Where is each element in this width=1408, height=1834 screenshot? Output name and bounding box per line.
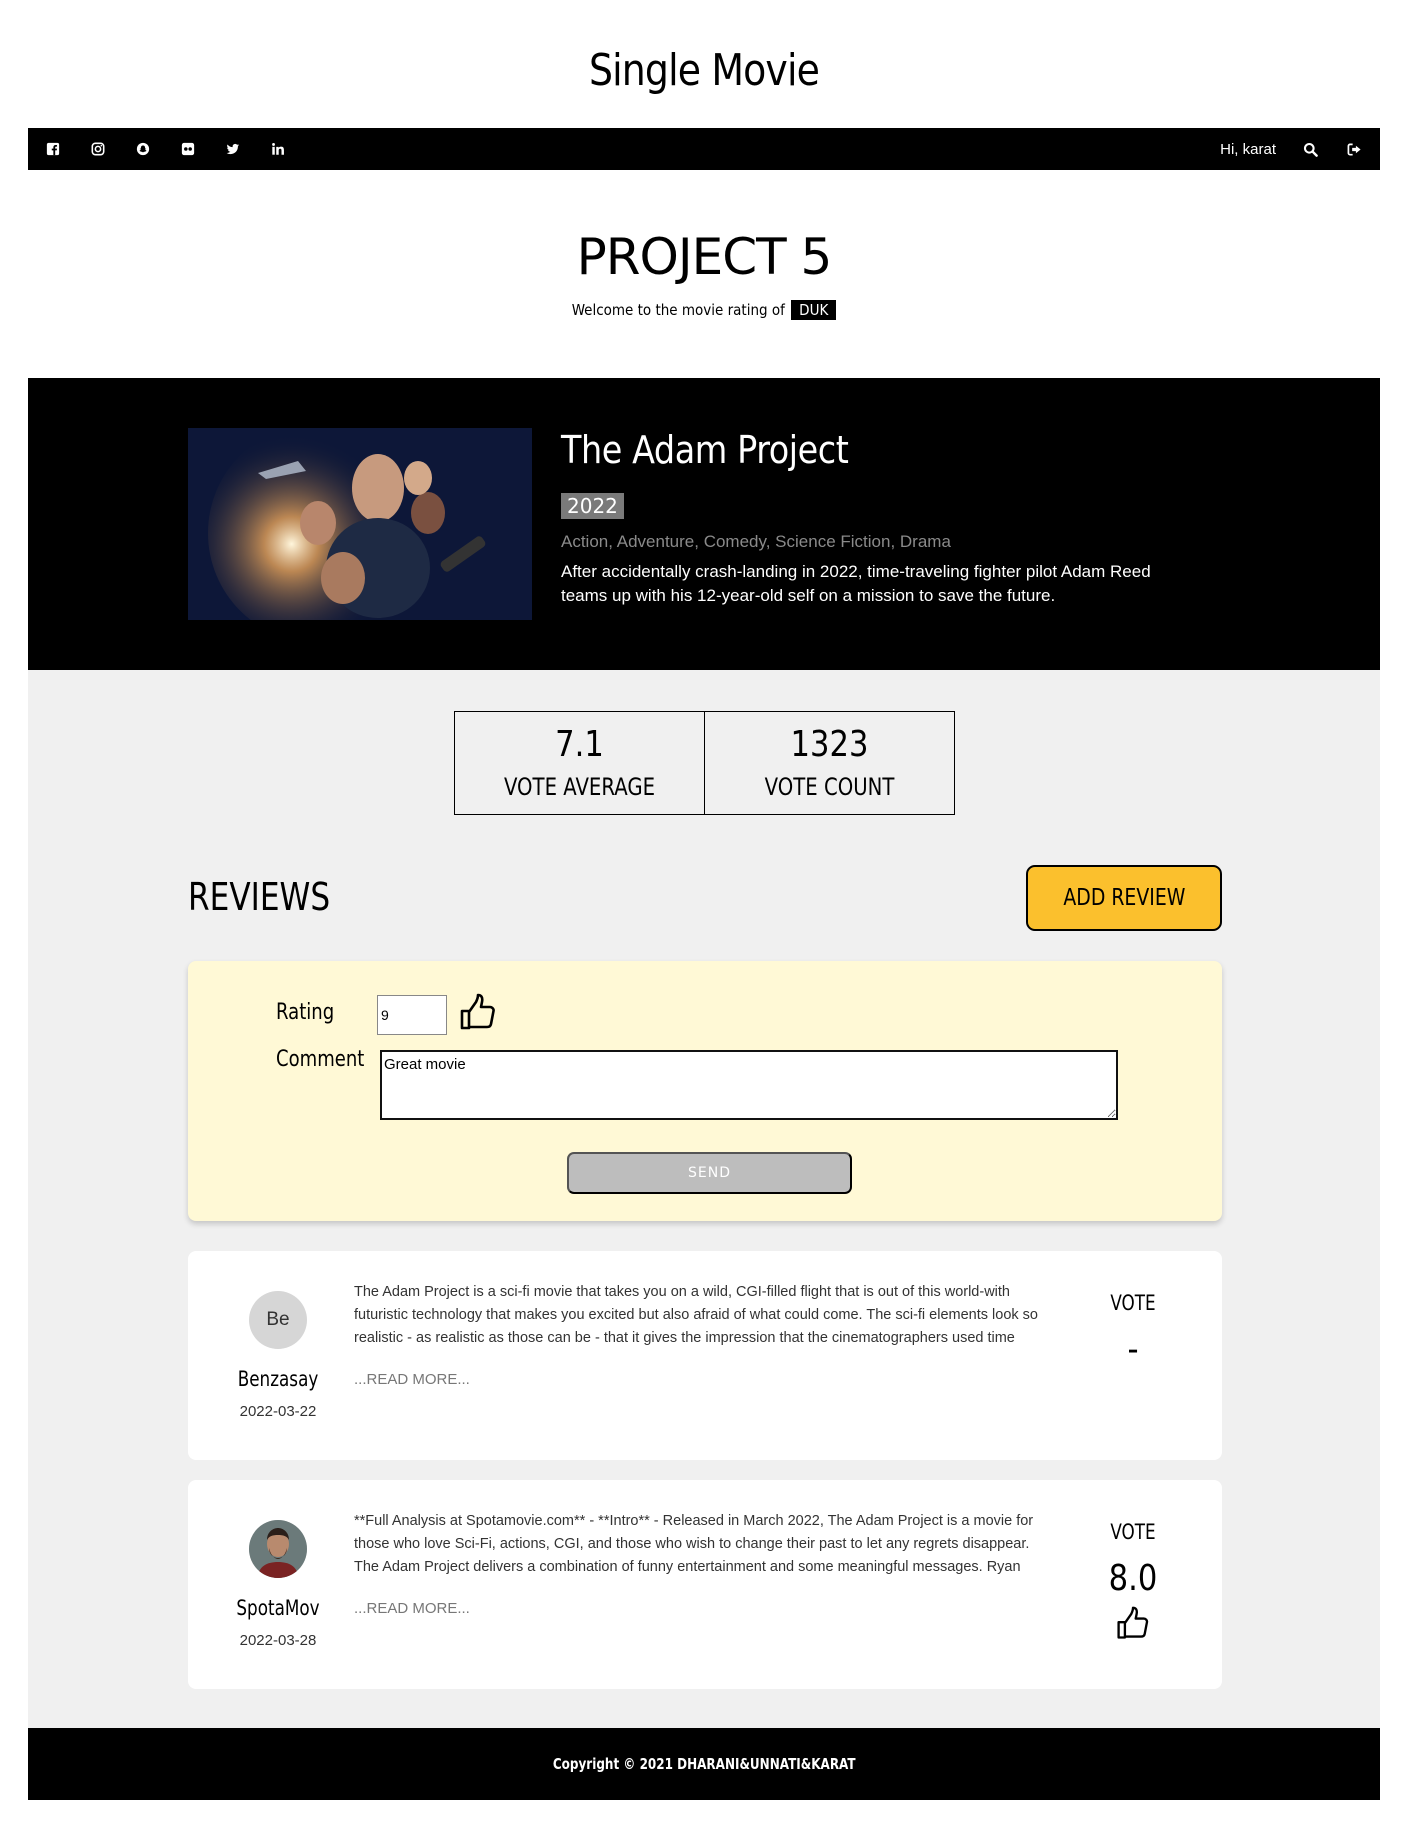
page-heading: Single Movie [588,45,820,96]
user-greeting[interactable]: Hi, karat [1220,141,1276,158]
snapchat-icon[interactable] [132,138,154,160]
instagram-icon[interactable] [87,138,109,160]
rating-input[interactable] [377,995,447,1035]
sign-out-icon[interactable] [1344,139,1364,159]
review-form: Rating Comment Great movie SEND [188,961,1222,1221]
movie-overview: After accidentally crash-landing in 2022… [561,562,1151,605]
avatar [249,1520,307,1578]
app-shell: Hi, karat PROJECT 5 Welcome to the movie… [28,128,1380,1800]
review-vote-label: VOTE [1110,1520,1156,1544]
add-review-button[interactable]: ADD REVIEW [1026,865,1222,931]
review-text: The Adam Project is a sci-fi movie that … [354,1284,1038,1346]
rating-label: Rating [276,1000,335,1025]
search-icon[interactable] [1300,139,1320,159]
send-button[interactable]: SEND [567,1152,852,1194]
thumbs-up-icon[interactable] [458,993,498,1033]
vote-count-value: 1323 [790,724,869,765]
thumbs-up-icon [1117,1606,1149,1639]
review-vote-label: VOTE [1110,1291,1156,1315]
read-more-link[interactable]: ...READ MORE... [354,1600,470,1617]
brand-subtitle-text: Welcome to the movie rating of [571,301,785,319]
review-date: 2022-03-28 [239,1632,317,1649]
movie-details: The Adam Project 2022 Action, Adventure,… [28,378,1380,670]
reviewer-name: SpotaMov [236,1596,320,1620]
movie-genres: Action, Adventure, Comedy, Science Ficti… [561,532,951,551]
movie-title: The Adam Project [561,428,849,472]
reviewer-name: Benzasay [237,1367,319,1391]
brand-title: PROJECT 5 [576,228,833,286]
main-content: 7.1 VOTE AVERAGE 1323 VOTE COUNT REVIEWS… [28,670,1380,1728]
facebook-icon[interactable] [42,138,64,160]
vote-average-value: 7.1 [555,724,604,765]
twitter-icon[interactable] [222,138,244,160]
comment-label: Comment [276,1047,365,1072]
linkedin-icon[interactable] [267,138,289,160]
review-vote-value: - [1127,1329,1139,1370]
review-card: Be Benzasay 2022-03-22 The Adam Project … [188,1251,1222,1460]
review-text: **Full Analysis at Spotamovie.com** - **… [354,1513,1034,1575]
user-area: Hi, karat [1220,139,1364,159]
copyright-text: Copyright © 2021 DHARANI&UNNATI&KARAT [552,1755,856,1773]
comment-textarea[interactable]: Great movie [380,1050,1118,1120]
avatar: Be [249,1291,307,1349]
movie-poster [188,428,532,620]
vote-average-box: 7.1 VOTE AVERAGE [454,711,705,815]
reviews-heading: REVIEWS [188,875,331,919]
read-more-link[interactable]: ...READ MORE... [354,1371,470,1388]
vote-count-label: VOTE COUNT [764,773,895,801]
review-card: SpotaMov 2022-03-28 **Full Analysis at S… [188,1480,1222,1689]
movie-year-badge: 2022 [561,493,624,519]
top-navbar: Hi, karat [28,128,1380,170]
social-links [42,138,289,160]
vote-stats: 7.1 VOTE AVERAGE 1323 VOTE COUNT [454,711,955,815]
brand-badge: DUK [791,300,837,320]
vote-average-label: VOTE AVERAGE [503,773,656,801]
review-vote-value: 8.0 [1108,1558,1158,1599]
brand-header: PROJECT 5 Welcome to the movie rating of… [28,170,1380,378]
footer: Copyright © 2021 DHARANI&UNNATI&KARAT [28,1728,1380,1800]
add-review-label: ADD REVIEW [1062,885,1186,911]
flickr-icon[interactable] [177,138,199,160]
brand-subtitle: Welcome to the movie rating of DUK [28,300,1380,320]
review-date: 2022-03-22 [239,1403,317,1420]
vote-count-box: 1323 VOTE COUNT [705,711,955,815]
